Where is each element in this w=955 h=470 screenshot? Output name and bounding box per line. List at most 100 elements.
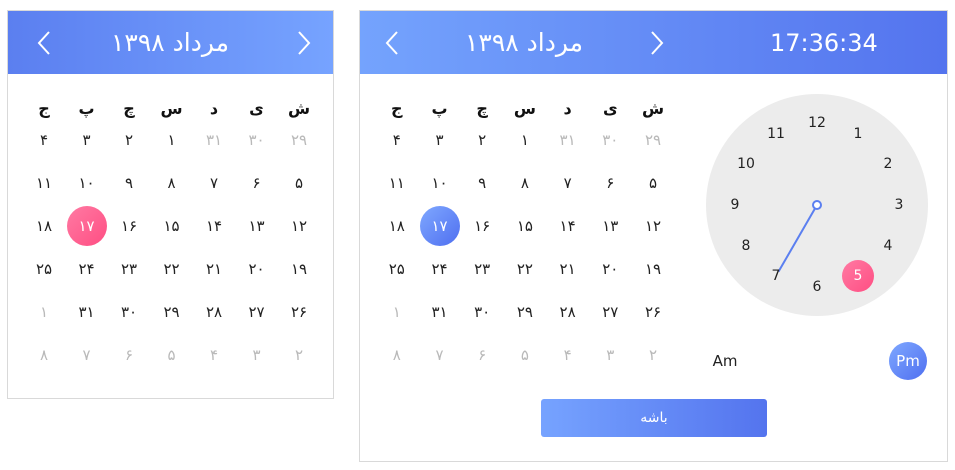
day-cell[interactable]: ۱	[377, 292, 417, 332]
day-cell[interactable]: ۲۹	[152, 292, 192, 332]
day-cell[interactable]: ۴	[24, 120, 64, 160]
day-cell[interactable]: ۸	[505, 163, 545, 203]
clock-hour[interactable]: 6	[801, 271, 833, 303]
day-cell[interactable]: ۵	[279, 163, 319, 203]
clock-hour-selected[interactable]: 5	[842, 260, 874, 292]
day-cell[interactable]: ۱	[24, 292, 64, 332]
clock-hour[interactable]: 4	[872, 230, 904, 262]
day-cell[interactable]: ۱۸	[24, 206, 64, 246]
day-cell[interactable]: ۲۶	[279, 292, 319, 332]
day-cell[interactable]: ۲۷	[237, 292, 277, 332]
chevron-left-icon[interactable]	[30, 27, 60, 59]
day-cell[interactable]: ۳۱	[194, 120, 234, 160]
day-cell[interactable]: ۳۰	[590, 120, 630, 160]
day-cell[interactable]: ۱۸	[377, 206, 417, 246]
day-cell[interactable]: ۶	[237, 163, 277, 203]
day-cell[interactable]: ۶	[109, 335, 149, 375]
day-cell[interactable]: ۱۶	[462, 206, 502, 246]
day-cell[interactable]: ۱	[505, 120, 545, 160]
day-cell[interactable]: ۱۰	[67, 163, 107, 203]
day-cell[interactable]: ۲۹	[279, 120, 319, 160]
day-cell[interactable]: ۳	[237, 335, 277, 375]
day-cell[interactable]: ۹	[462, 163, 502, 203]
day-cell[interactable]: ۳۰	[462, 292, 502, 332]
day-cell[interactable]: ۲۳	[462, 249, 502, 289]
clock-hour[interactable]: 11	[760, 118, 792, 150]
chevron-left-icon[interactable]	[378, 27, 408, 59]
day-cell[interactable]: ۲	[633, 335, 673, 375]
day-cell[interactable]: ۳	[590, 335, 630, 375]
day-cell[interactable]: ۲۴	[420, 249, 460, 289]
clock-hour[interactable]: 10	[730, 148, 762, 180]
day-cell[interactable]: ۱۳	[590, 206, 630, 246]
clock-hour[interactable]: 1	[842, 118, 874, 150]
day-cell-selected[interactable]: ۱۷	[419, 206, 460, 246]
day-cell[interactable]: ۲۲	[505, 249, 545, 289]
day-cell[interactable]: ۵	[152, 335, 192, 375]
day-cell[interactable]: ۱۵	[505, 206, 545, 246]
day-cell[interactable]: ۵	[505, 335, 545, 375]
day-cell[interactable]: ۳۰	[237, 120, 277, 160]
day-cell[interactable]: ۱۳	[237, 206, 277, 246]
day-cell[interactable]: ۱۴	[194, 206, 234, 246]
day-cell[interactable]: ۱۶	[109, 206, 149, 246]
day-cell-selected[interactable]: ۱۷	[66, 206, 107, 246]
day-cell[interactable]: ۲	[109, 120, 149, 160]
day-cell[interactable]: ۴	[377, 120, 417, 160]
day-cell[interactable]: ۱	[152, 120, 192, 160]
day-cell[interactable]: ۱۰	[420, 163, 460, 203]
day-cell[interactable]: ۴	[548, 335, 588, 375]
day-cell[interactable]: ۲۰	[237, 249, 277, 289]
month-year-title[interactable]: مرداد ۱۳۹۸	[460, 23, 588, 63]
day-cell[interactable]: ۵	[633, 163, 673, 203]
clock-hour[interactable]: 12	[801, 107, 833, 139]
day-cell[interactable]: ۲۰	[590, 249, 630, 289]
clock-hour[interactable]: 2	[872, 148, 904, 180]
analog-clock[interactable]: 12 1 2 3 4 5 6 7 8 9 10 11	[706, 94, 928, 316]
clock-hour[interactable]: 8	[730, 230, 762, 262]
day-cell[interactable]: ۲۸	[548, 292, 588, 332]
day-cell[interactable]: ۲۷	[590, 292, 630, 332]
day-cell[interactable]: ۲۳	[109, 249, 149, 289]
day-cell[interactable]: ۱۵	[152, 206, 192, 246]
day-cell[interactable]: ۲	[462, 120, 502, 160]
clock-hour[interactable]: 7	[760, 260, 792, 292]
am-toggle[interactable]: Am	[706, 342, 744, 380]
day-cell[interactable]: ۷	[548, 163, 588, 203]
day-cell[interactable]: ۸	[24, 335, 64, 375]
day-cell[interactable]: ۲۶	[633, 292, 673, 332]
day-cell[interactable]: ۸	[377, 335, 417, 375]
day-cell[interactable]: ۶	[462, 335, 502, 375]
day-cell[interactable]: ۳	[67, 120, 107, 160]
chevron-right-icon[interactable]	[641, 27, 671, 59]
day-cell[interactable]: ۸	[152, 163, 192, 203]
month-year-title[interactable]: مرداد ۱۳۹۸	[90, 23, 250, 63]
day-cell[interactable]: ۳۱	[420, 292, 460, 332]
day-cell[interactable]: ۲۵	[24, 249, 64, 289]
pm-toggle[interactable]: Pm	[889, 342, 927, 380]
day-cell[interactable]: ۱۹	[633, 249, 673, 289]
day-cell[interactable]: ۷	[67, 335, 107, 375]
confirm-button[interactable]: باشه	[541, 399, 767, 437]
chevron-right-icon[interactable]	[288, 27, 318, 59]
day-cell[interactable]: ۲۹	[633, 120, 673, 160]
day-cell[interactable]: ۲۴	[67, 249, 107, 289]
day-cell[interactable]: ۳	[420, 120, 460, 160]
day-cell[interactable]: ۳۱	[548, 120, 588, 160]
day-cell[interactable]: ۲۱	[548, 249, 588, 289]
day-cell[interactable]: ۱۱	[24, 163, 64, 203]
day-cell[interactable]: ۲۹	[505, 292, 545, 332]
day-cell[interactable]: ۹	[109, 163, 149, 203]
day-cell[interactable]: ۷	[420, 335, 460, 375]
day-cell[interactable]: ۱۴	[548, 206, 588, 246]
day-cell[interactable]: ۲۲	[152, 249, 192, 289]
day-cell[interactable]: ۳۱	[67, 292, 107, 332]
day-cell[interactable]: ۳۰	[109, 292, 149, 332]
day-cell[interactable]: ۲۱	[194, 249, 234, 289]
day-cell[interactable]: ۴	[194, 335, 234, 375]
day-cell[interactable]: ۷	[194, 163, 234, 203]
day-cell[interactable]: ۲	[279, 335, 319, 375]
day-cell[interactable]: ۲۸	[194, 292, 234, 332]
day-cell[interactable]: ۱۲	[279, 206, 319, 246]
day-cell[interactable]: ۶	[590, 163, 630, 203]
